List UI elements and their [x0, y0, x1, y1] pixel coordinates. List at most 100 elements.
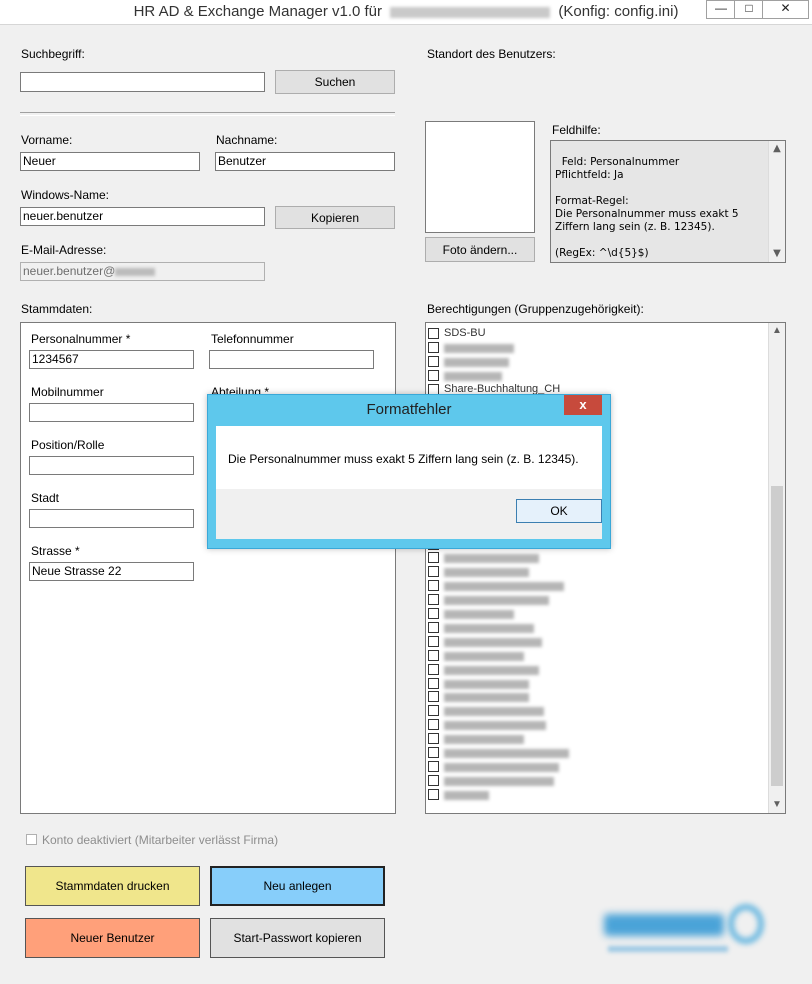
permission-item[interactable] [428, 355, 758, 368]
redacted-group-name [444, 623, 534, 633]
strasse-input[interactable]: Neue Strasse 22 [29, 562, 194, 581]
permission-item[interactable] [428, 621, 758, 634]
maximize-button[interactable]: □ [734, 0, 764, 19]
redacted-group-name [444, 665, 539, 675]
permission-checkbox[interactable] [428, 691, 439, 703]
telefon-label: Telefonnummer [211, 332, 294, 346]
copy-button[interactable]: Kopieren [275, 206, 395, 229]
permission-item[interactable] [428, 565, 758, 578]
permission-checkbox[interactable] [428, 608, 439, 619]
dialog-footer: OK [216, 489, 602, 539]
permission-checkbox[interactable] [428, 677, 439, 689]
telefon-input[interactable] [209, 350, 374, 369]
deactivated-checkbox[interactable] [26, 834, 37, 845]
permission-item[interactable] [428, 718, 758, 731]
permission-checkbox[interactable] [428, 760, 439, 772]
permission-checkbox[interactable] [428, 594, 439, 606]
fieldhelp-label: Feldhilfe: [552, 123, 601, 137]
window-titlebar: HR AD & Exchange Manager v1.0 für (Konfi… [0, 0, 812, 25]
permission-checkbox[interactable] [428, 580, 439, 592]
redacted-group-name [444, 707, 544, 717]
windows-name-input[interactable]: neuer.benutzer [20, 207, 265, 226]
stadt-input[interactable] [29, 509, 194, 528]
permission-checkbox[interactable] [428, 649, 439, 661]
permission-checkbox[interactable] [428, 705, 439, 717]
permission-item[interactable] [428, 788, 758, 801]
permission-checkbox[interactable] [428, 621, 439, 633]
permission-checkbox[interactable] [428, 663, 439, 675]
permission-checkbox[interactable] [428, 747, 439, 758]
scroll-up-icon[interactable]: ▲ [769, 141, 785, 157]
permission-checkbox[interactable] [428, 774, 439, 786]
fieldhelp-scrollbar[interactable]: ▲ ▼ [768, 141, 785, 262]
create-user-button[interactable]: Neu anlegen [210, 866, 385, 906]
permission-item[interactable] [428, 746, 758, 759]
dialog-ok-button[interactable]: OK [516, 499, 602, 523]
change-photo-button[interactable]: Foto ändern... [425, 237, 535, 262]
search-label: Suchbegriff: [21, 47, 85, 61]
permission-checkbox[interactable] [428, 552, 439, 564]
permission-item[interactable] [428, 579, 758, 592]
permission-checkbox[interactable] [428, 328, 439, 339]
location-label: Standort des Benutzers: [427, 47, 556, 61]
user-photo [425, 121, 535, 233]
permission-item[interactable] [428, 760, 758, 773]
permission-item[interactable] [428, 732, 758, 745]
redacted-group-name [444, 582, 564, 592]
permission-checkbox[interactable] [428, 635, 439, 647]
scroll-down-icon[interactable]: ▼ [769, 246, 785, 262]
permission-checkbox[interactable] [428, 719, 439, 731]
fieldhelp-content: Feld: Personalnummer Pflichtfeld: Ja For… [555, 156, 739, 259]
vorname-input[interactable]: Neuer [20, 152, 200, 171]
redacted-group-name [444, 651, 524, 661]
permission-checkbox[interactable] [428, 788, 439, 800]
permission-item[interactable] [428, 635, 758, 648]
redacted-group-name [444, 596, 549, 606]
permission-checkbox[interactable] [428, 383, 439, 395]
permission-item[interactable] [428, 649, 758, 662]
stammdaten-label: Stammdaten: [21, 302, 93, 316]
permission-item[interactable] [428, 607, 758, 620]
dialog-title: Formatfehler [366, 401, 452, 418]
nachname-input[interactable]: Benutzer [215, 152, 395, 171]
permission-item[interactable] [428, 704, 758, 717]
permission-item[interactable] [428, 690, 758, 703]
permission-item[interactable]: SDS-BU [428, 327, 758, 340]
dialog-close-button[interactable]: x [564, 395, 602, 415]
scroll-down-icon[interactable]: ▼ [769, 797, 785, 813]
window-title-suffix: (Konfig: config.ini) [558, 3, 679, 20]
permission-checkbox[interactable] [428, 369, 439, 381]
search-button[interactable]: Suchen [275, 70, 395, 94]
email-value: neuer.benutzer@ [23, 264, 116, 278]
permission-checkbox[interactable] [428, 341, 439, 353]
permission-item[interactable] [428, 551, 758, 564]
stadt-label: Stadt [31, 491, 60, 505]
permission-item[interactable] [428, 663, 758, 676]
close-button[interactable]: ✕ [762, 0, 809, 19]
permission-checkbox[interactable] [428, 733, 439, 745]
minimize-button[interactable]: — [706, 0, 736, 19]
strasse-label: Strasse * [31, 544, 80, 558]
copy-password-button[interactable]: Start-Passwort kopieren [210, 918, 385, 958]
mobil-input[interactable] [29, 403, 194, 422]
permission-checkbox[interactable] [428, 566, 439, 578]
scroll-up-icon[interactable]: ▲ [769, 323, 785, 339]
personalnummer-label: Personalnummer * [31, 332, 131, 346]
personalnummer-input[interactable]: 1234567 [29, 350, 194, 369]
scroll-thumb[interactable] [771, 486, 783, 786]
permission-checkbox[interactable] [428, 355, 439, 367]
print-stammdaten-button[interactable]: Stammdaten drucken [25, 866, 200, 906]
permissions-scrollbar[interactable]: ▲ ▼ [768, 323, 785, 813]
redacted-group-name [444, 721, 546, 731]
permission-item[interactable] [428, 677, 758, 690]
permission-item[interactable] [428, 369, 758, 382]
position-label: Position/Rolle [31, 438, 105, 452]
position-input[interactable] [29, 456, 194, 475]
permission-item[interactable] [428, 341, 758, 354]
permission-item[interactable] [428, 593, 758, 606]
dialog-message: Die Personalnummer muss exakt 5 Ziffern … [228, 452, 579, 466]
new-user-button[interactable]: Neuer Benutzer [25, 918, 200, 958]
search-input[interactable] [20, 72, 265, 92]
deactivated-label: Konto deaktiviert (Mitarbeiter verlässt … [42, 833, 279, 847]
permission-item[interactable] [428, 774, 758, 787]
